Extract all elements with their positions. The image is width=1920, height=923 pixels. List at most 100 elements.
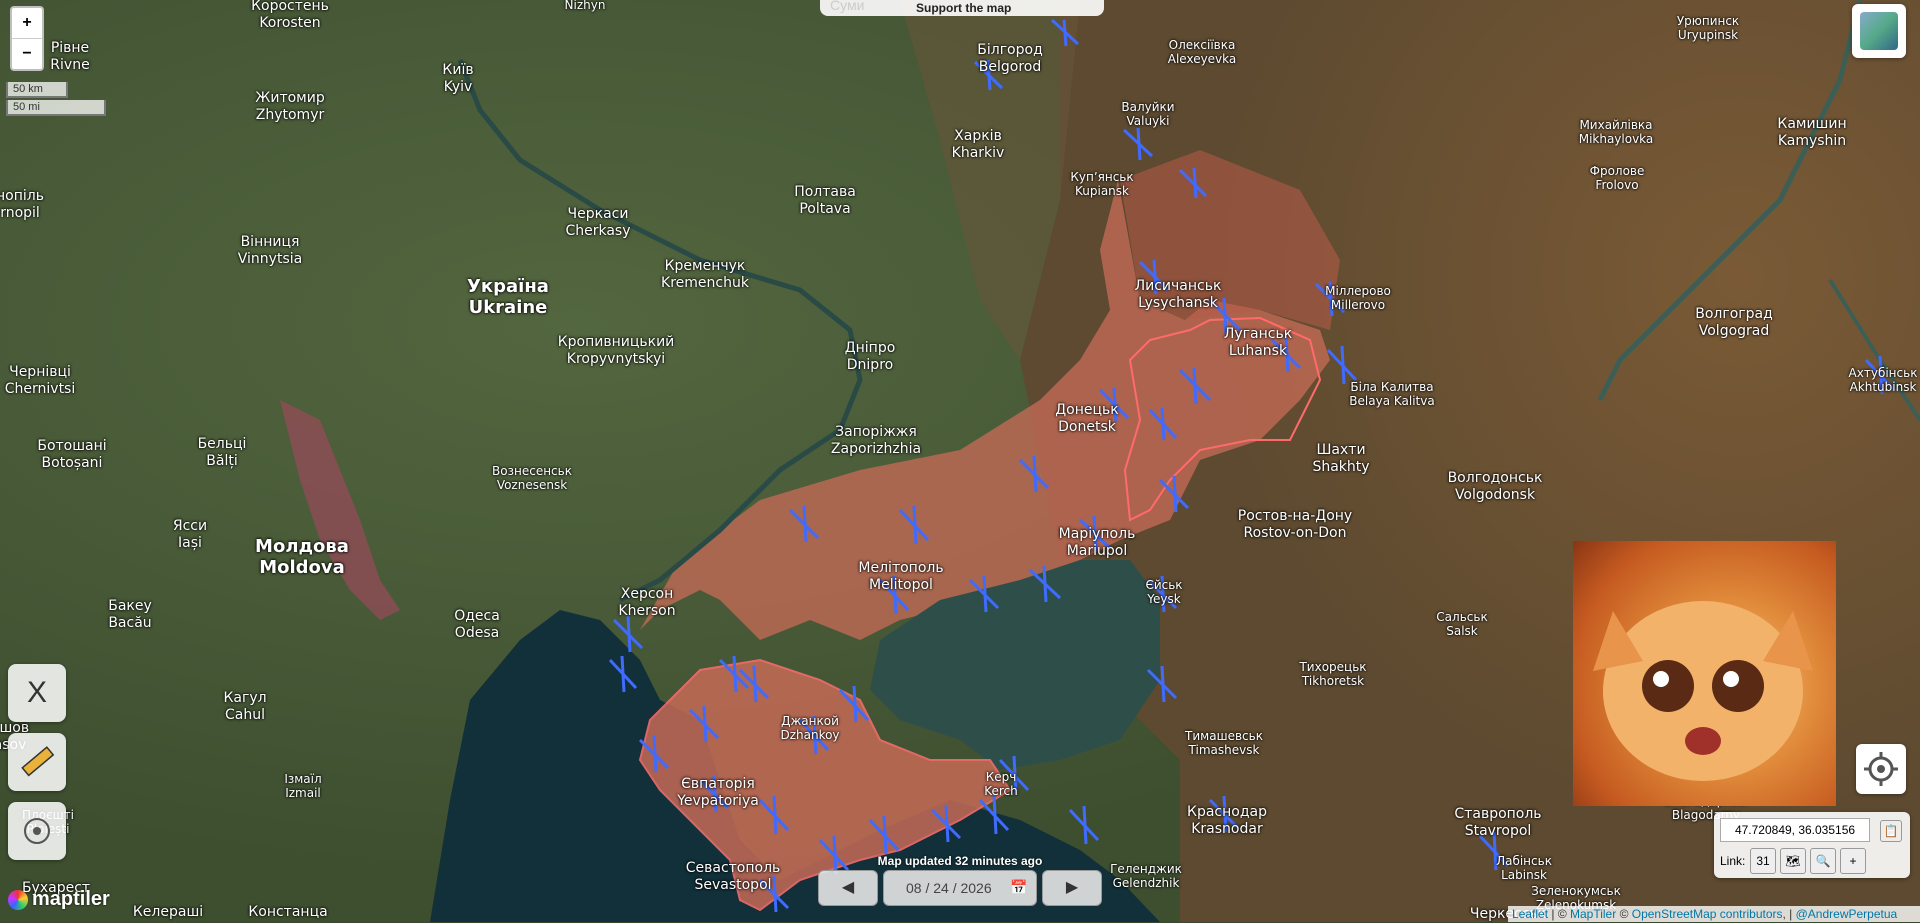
attribution-bar: Leaflet | © MapTiler © OpenStreetMap con… (1508, 906, 1920, 922)
city-label-local: Мелітополь (858, 560, 944, 576)
clipboard-icon[interactable]: 📋 (1880, 820, 1902, 842)
city-label: Констанца (248, 904, 327, 921)
city-label-latin: Dnipro (846, 357, 894, 373)
city-label: Дніпро Dnipro (845, 340, 896, 374)
city-label-latin: Ukraine (468, 297, 548, 318)
city-label-local: Міллерово (1325, 284, 1391, 298)
city-label: Валуйки Valuyki (1121, 100, 1174, 128)
city-label: Запоріжжя Zaporizhzhia (831, 424, 921, 458)
city-label-local: Молдова (255, 536, 349, 557)
city-label: Келераші (133, 904, 203, 921)
city-label-local: Ростов-на-Дону (1237, 508, 1353, 524)
city-label-latin: Bacău (108, 615, 152, 631)
author-link[interactable]: @AndrewPerpetua (1796, 907, 1898, 921)
layers-button[interactable] (1852, 4, 1906, 58)
scale-mi: 50 mi (6, 100, 106, 116)
city-label-latin: Belaya Kalitva (1349, 394, 1435, 408)
world-map-icon[interactable]: 🗺 (1780, 848, 1806, 874)
city-label: Житомир Zhytomyr (255, 90, 324, 124)
city-label-local: Чернівці (9, 364, 71, 380)
leaflet-link[interactable]: Leaflet (1512, 907, 1548, 921)
city-label-latin: Uryupinsk (1677, 28, 1739, 42)
city-label: Біла Калитва Belaya Kalitva (1349, 380, 1434, 408)
zoom-in-button[interactable]: + (12, 8, 42, 39)
next-date-button[interactable]: ▶ (1042, 870, 1102, 906)
date-picker[interactable]: 08 / 24 / 2026 📅 (883, 870, 1037, 906)
calendar-icon[interactable]: 31 (1750, 848, 1776, 874)
ruler-button[interactable] (8, 733, 66, 791)
city-label-local: Михайлівка (1579, 118, 1653, 132)
city-label-latin: Kamyshin (1777, 133, 1847, 149)
city-label-local: Кропивницький (557, 334, 675, 350)
city-label-latin: Rostov-on-Don (1243, 525, 1347, 541)
x-button[interactable]: X (8, 664, 66, 722)
city-label-latin: Yeysk (1147, 592, 1181, 606)
city-label-latin: Mikhaylovka (1578, 132, 1654, 146)
city-label: Київ Kyiv (442, 62, 473, 96)
city-label: Краснодар Krasnodar (1187, 804, 1267, 838)
city-label: Молдова Moldova (255, 536, 349, 578)
city-label: Ахтубінськ Akhtubinsk (1849, 366, 1918, 394)
city-label-local: Шахти (1316, 442, 1366, 458)
city-label-local: Волгоград (1695, 306, 1773, 322)
city-label-latin: Volgograd (1698, 323, 1770, 339)
city-label: Ростов-на-Дону Rostov-on-Don (1238, 508, 1352, 542)
city-label: Вінниця Vinnytsia (238, 234, 302, 268)
city-label: Вознесенськ Voznesensk (492, 464, 572, 492)
city-label-local: Геленджик (1110, 862, 1182, 876)
city-label: нопіль rnopil (0, 188, 44, 222)
x-button-label: X (26, 676, 47, 709)
city-label-local: Ізмаїл (284, 772, 322, 786)
prev-date-button[interactable]: ◀ (818, 870, 878, 906)
city-label: Бакеу Bacău (108, 598, 152, 632)
locate-button[interactable] (8, 802, 66, 860)
city-label-local: нопіль (0, 188, 44, 204)
city-label: Камишин Kamyshin (1777, 116, 1846, 150)
city-label: Джанкой Dzhankoy (780, 714, 839, 742)
city-label-local: Білгород (977, 42, 1043, 58)
city-label-latin: Labinsk (1501, 868, 1547, 882)
city-label-local: Зеленокумськ (1531, 884, 1621, 898)
search-icon[interactable]: 🔍 (1810, 848, 1836, 874)
city-label-local: Коростень (251, 0, 329, 14)
city-label-local: Дніпро (844, 340, 896, 356)
city-label-latin: Alexeyevka (1167, 52, 1237, 66)
link-label: Link: (1720, 854, 1746, 868)
city-label-latin: Kharkiv (951, 145, 1005, 161)
city-label-latin: Timashevsk (1188, 743, 1260, 757)
city-label-latin: Kremenchuk (661, 275, 749, 291)
city-label-local: Ставрополь (1454, 806, 1542, 822)
city-label-local: Краснодар (1187, 804, 1267, 820)
city-label-local: Керч (985, 770, 1017, 784)
zoom-control: + − (10, 6, 44, 71)
city-label: Керч Kerch (984, 770, 1018, 798)
support-link[interactable]: Support the map (916, 1, 1011, 15)
city-label-latin: Tikhoretsk (1301, 674, 1365, 688)
city-label: Маріуполь Mariupol (1059, 526, 1136, 560)
coordinate-input[interactable] (1720, 818, 1870, 842)
maptiler-logo[interactable]: maptiler (8, 888, 110, 914)
city-label: Лисичанськ Lysychansk (1135, 278, 1222, 312)
city-label-local: Черкаси (567, 206, 629, 222)
city-label: Черкаси Cherkasy (565, 206, 630, 240)
city-label-local: Бакеу (108, 598, 152, 614)
city-label-local: Херсон (620, 586, 674, 602)
city-label: Харків Kharkiv (952, 128, 1005, 162)
osm-link[interactable]: OpenStreetMap contributors (1632, 907, 1783, 921)
city-label: Луганськ Luhansk (1224, 326, 1292, 360)
settings-button[interactable] (1856, 744, 1906, 794)
city-label: Волгодонськ Volgodonsk (1448, 470, 1543, 504)
zoom-out-button[interactable]: − (12, 39, 42, 69)
city-label-latin: Stavropol (1464, 823, 1532, 839)
city-label: Коростень Korosten (251, 0, 329, 32)
city-label: Кременчук Kremenchuk (661, 258, 749, 292)
support-banner[interactable]: Суми Support the map (820, 0, 1104, 16)
city-label: Чернівці Chernivtsi (5, 364, 76, 398)
city-label-latin: Kherson (618, 603, 676, 619)
city-label-local: Тихорецьк (1299, 660, 1367, 674)
maptiler-link[interactable]: MapTiler (1570, 907, 1616, 921)
attribution-sep: © (1616, 907, 1632, 921)
city-label-partial: Суми (830, 0, 865, 13)
add-icon[interactable]: + (1840, 848, 1866, 874)
city-label-local: Фролове (1589, 164, 1645, 178)
